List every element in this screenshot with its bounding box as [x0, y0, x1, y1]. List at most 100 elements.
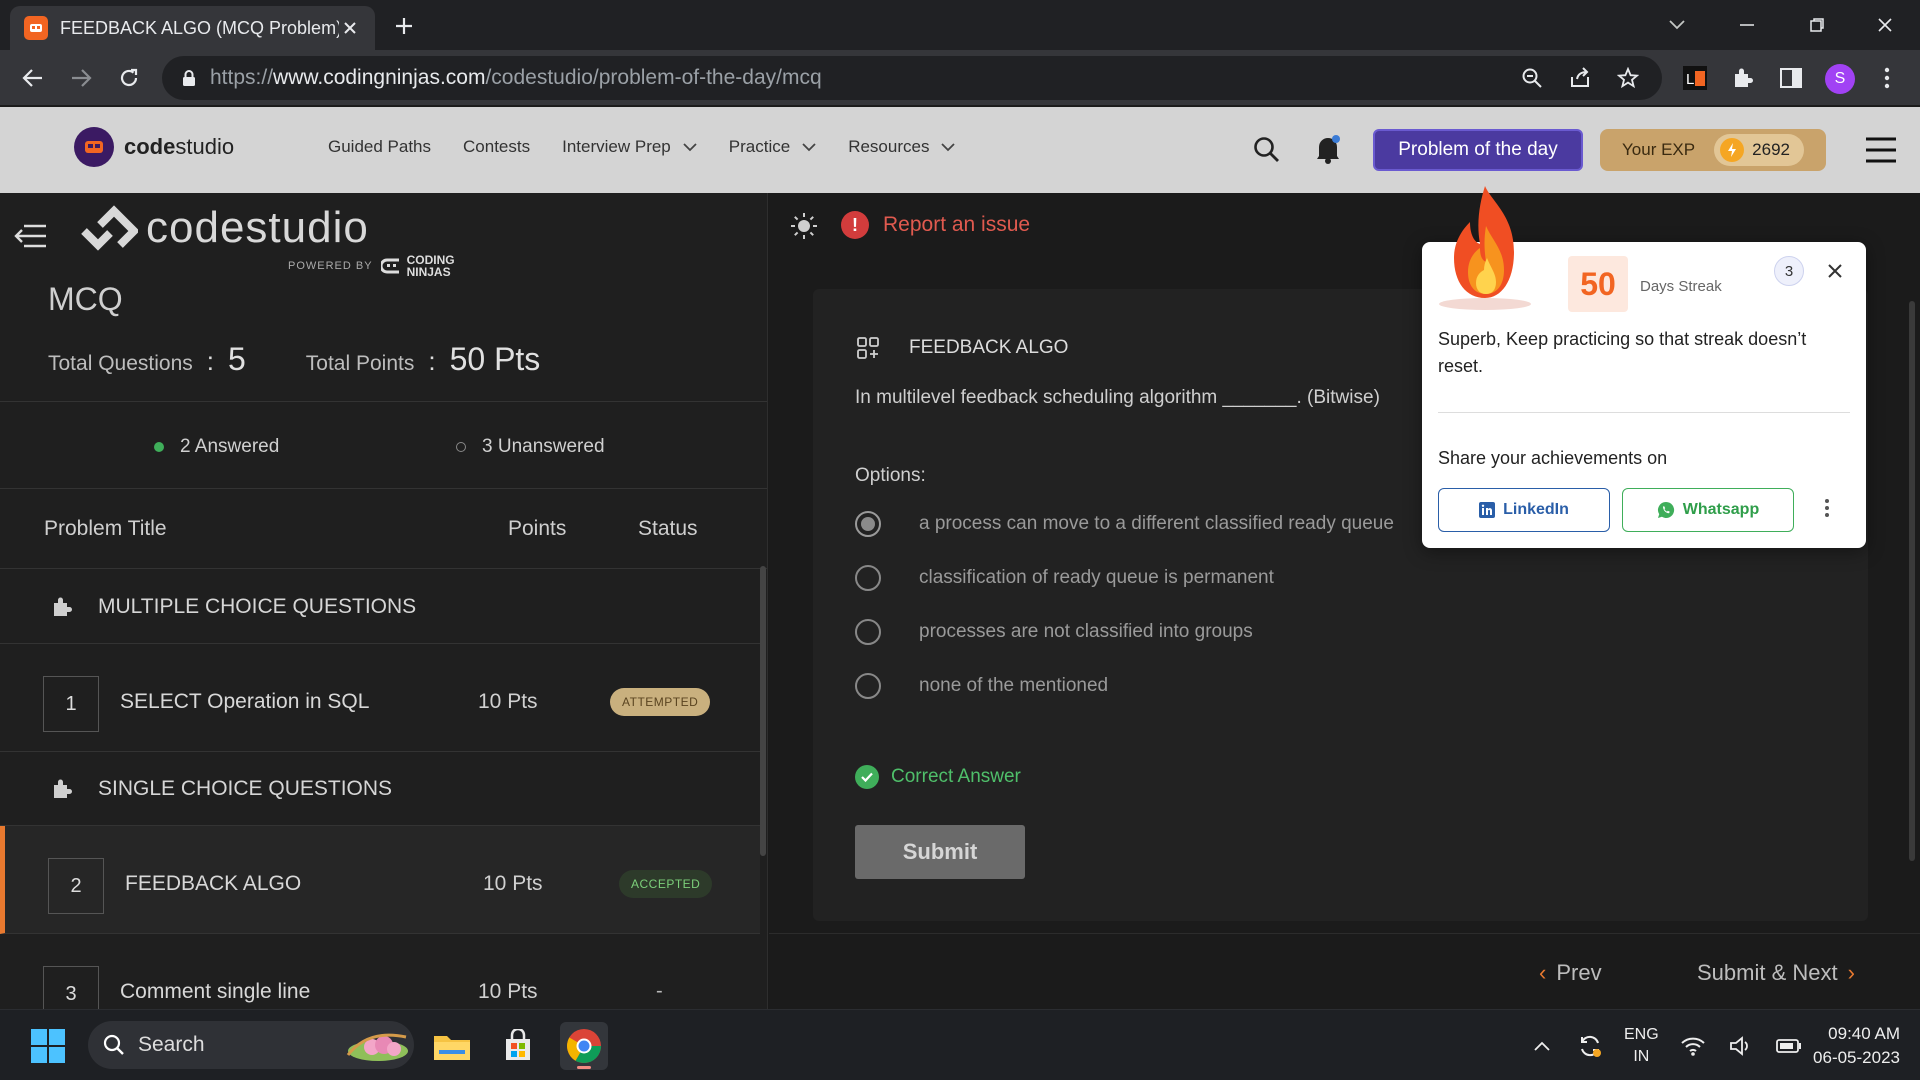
- site-header: codestudio Guided Paths Contests Intervi…: [0, 107, 1920, 193]
- nav-contests[interactable]: Contests: [463, 137, 530, 157]
- option-1[interactable]: a process can move to a different classi…: [855, 511, 1394, 537]
- nav-resources[interactable]: Resources: [848, 137, 956, 157]
- back-arrow-icon[interactable]: [18, 63, 48, 93]
- store-icon[interactable]: [494, 1022, 542, 1070]
- tab-search-chevron-icon[interactable]: [1660, 10, 1694, 40]
- nav-practice[interactable]: Practice: [729, 137, 816, 157]
- more-icon[interactable]: [1824, 498, 1844, 522]
- clock[interactable]: 09:40 AM 06-05-2023: [1790, 1022, 1900, 1070]
- whatsapp-share-button[interactable]: Whatsapp: [1622, 488, 1794, 532]
- svg-text:L: L: [1686, 71, 1694, 88]
- collapse-panel-icon[interactable]: [14, 223, 48, 249]
- lock-icon[interactable]: [182, 69, 196, 87]
- streak-days: 50: [1568, 256, 1628, 312]
- linkedin-icon: [1479, 502, 1496, 518]
- status-badge: ACCEPTED: [619, 870, 713, 898]
- problem-of-the-day-button[interactable]: Problem of the day: [1373, 129, 1583, 171]
- total-questions-value: 5: [227, 341, 246, 377]
- option-radio[interactable]: [855, 673, 881, 699]
- folder-icon[interactable]: [428, 1022, 476, 1070]
- option-3[interactable]: processes are not classified into groups: [855, 619, 1253, 645]
- windows-icon[interactable]: [30, 1028, 66, 1064]
- taskbar-search[interactable]: Search: [88, 1021, 414, 1069]
- flame-icon: [1430, 182, 1540, 312]
- exp-label: Your EXP: [1622, 140, 1696, 159]
- address-bar[interactable]: https://www.codingninjas.com/codestudio/…: [162, 56, 1662, 100]
- tab-close-icon[interactable]: [339, 17, 361, 39]
- search-highlight-icon: [346, 1033, 408, 1061]
- codestudio-brand[interactable]: codestudio: [74, 127, 234, 167]
- panel-scrollbar[interactable]: [760, 566, 766, 856]
- option-radio[interactable]: [855, 565, 881, 591]
- question-title: FEEDBACK ALGO: [125, 872, 302, 895]
- wifi-icon[interactable]: [1679, 1032, 1707, 1060]
- status-text: -: [656, 980, 663, 1002]
- submit-next-button[interactable]: Submit & Next ›: [1697, 960, 1855, 986]
- forward-arrow-icon[interactable]: [66, 63, 96, 93]
- puzzle-icon[interactable]: [1728, 63, 1758, 93]
- active-indicator: [577, 1066, 591, 1069]
- question-points: 10 Pts: [478, 690, 538, 713]
- question-row-3[interactable]: 3 Comment single line 10 Pts -: [0, 934, 760, 1009]
- nav-interview-prep[interactable]: Interview Prep: [562, 137, 697, 157]
- question-text: In multilevel feedback scheduling algori…: [855, 387, 1380, 408]
- coding-ninjas-icon: [380, 258, 399, 274]
- section-multiple-choice: MULTIPLE CHOICE QUESTIONS: [0, 570, 760, 644]
- prev-button[interactable]: ‹ Prev: [1539, 960, 1602, 986]
- sidebar-icon[interactable]: [1776, 63, 1806, 93]
- chevron-up-icon[interactable]: [1528, 1032, 1556, 1060]
- status-badge: ATTEMPTED: [610, 688, 711, 716]
- browser-menu-icon[interactable]: [1872, 63, 1902, 93]
- sync-icon[interactable]: [1576, 1032, 1604, 1060]
- language-indicator[interactable]: ENG IN: [1624, 1024, 1659, 1068]
- star-icon[interactable]: [1614, 64, 1642, 92]
- chevron-left-icon: ‹: [1539, 960, 1547, 985]
- col-problem-title: Problem Title: [44, 517, 167, 540]
- share-icon[interactable]: [1566, 64, 1594, 92]
- option-2[interactable]: classification of ready queue is permane…: [855, 565, 1274, 591]
- browser-toolbar: https://www.codingninjas.com/codestudio/…: [0, 50, 1920, 106]
- question-row-2[interactable]: 2 FEEDBACK ALGO 10 Pts ACCEPTED: [0, 826, 760, 934]
- sun-icon[interactable]: [789, 211, 819, 241]
- exp-badge[interactable]: Your EXP 2692: [1600, 129, 1826, 171]
- new-tab-icon[interactable]: [390, 12, 418, 40]
- codestudio-mark-icon: [81, 205, 138, 251]
- url-text[interactable]: https://www.codingninjas.com/codestudio/…: [210, 66, 1498, 90]
- linkedin-share-button[interactable]: LinkedIn: [1438, 488, 1610, 532]
- reload-icon[interactable]: [114, 63, 144, 93]
- codingninjas-favicon: [24, 16, 48, 40]
- nav-guided-paths[interactable]: Guided Paths: [328, 137, 431, 157]
- main-nav: Guided Paths Contests Interview Prep Pra…: [328, 137, 987, 157]
- coin-icon: [1720, 138, 1745, 162]
- volume-icon[interactable]: [1727, 1032, 1755, 1060]
- zoom-icon[interactable]: [1518, 64, 1546, 92]
- option-radio[interactable]: [855, 511, 881, 537]
- streak-count-badge: 3: [1774, 256, 1804, 286]
- report-issue-link[interactable]: ! Report an issue: [841, 211, 1030, 239]
- exp-value: 2692: [1752, 140, 1790, 159]
- puzzle-icon: [54, 597, 72, 616]
- close-icon[interactable]: [1824, 260, 1846, 282]
- question-row-1[interactable]: 1 SELECT Operation in SQL 10 Pts ATTEMPT…: [0, 644, 760, 752]
- bell-icon[interactable]: [1313, 133, 1343, 165]
- close-window-icon[interactable]: [1868, 10, 1902, 40]
- restore-icon[interactable]: [1800, 10, 1834, 40]
- question-points: 10 Pts: [478, 980, 538, 1003]
- profile-avatar[interactable]: S: [1825, 64, 1855, 94]
- search-icon: [103, 1034, 124, 1055]
- chrome-icon[interactable]: [560, 1022, 608, 1070]
- submit-button[interactable]: Submit: [855, 825, 1025, 879]
- minimize-icon[interactable]: [1730, 10, 1764, 40]
- option-radio[interactable]: [855, 619, 881, 645]
- browser-tab[interactable]: FEEDBACK ALGO (MCQ Problem): [10, 6, 375, 50]
- powered-by: POWERED BY CODING NINJAS: [288, 254, 467, 278]
- option-4[interactable]: none of the mentioned: [855, 673, 1108, 699]
- menu-icon[interactable]: [1864, 135, 1898, 165]
- chevron-right-icon: ›: [1847, 960, 1855, 985]
- page-title: MCQ: [48, 281, 123, 317]
- search-icon[interactable]: [1252, 135, 1282, 165]
- unanswered-dot-icon: [456, 442, 466, 452]
- answered-dot-icon: [154, 442, 164, 452]
- lighthouse-extension-icon[interactable]: L: [1680, 63, 1710, 93]
- main-scrollbar[interactable]: [1909, 301, 1915, 861]
